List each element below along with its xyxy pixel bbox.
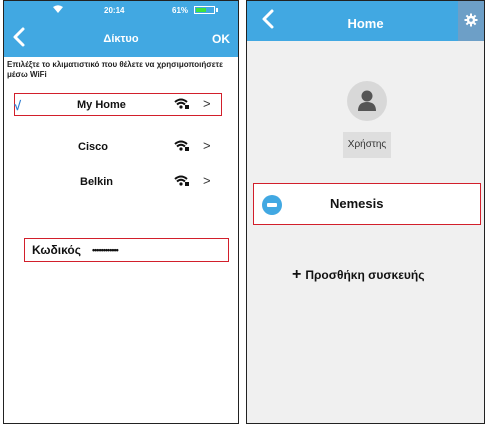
settings-gear-icon (464, 13, 478, 27)
password-label: Κωδικός (32, 243, 82, 257)
status-bar: 20:14 61% (4, 1, 238, 20)
add-device-button[interactable]: + Προσθήκη συσκευής (292, 266, 425, 284)
network-screen: 20:14 61% Δίκτυο OK Επιλέξτε το κλιματισ… (3, 0, 239, 424)
device-row-nemesis[interactable]: Nemesis (253, 183, 481, 225)
device-name: Nemesis (330, 196, 384, 211)
page-title: Home (347, 16, 384, 31)
network-row-my-home[interactable]: √ My Home > (4, 95, 236, 115)
ok-button[interactable]: OK (212, 32, 230, 46)
nav-bar: Δίκτυο OK (4, 20, 238, 57)
add-device-label: Προσθήκη συσκευής (305, 268, 425, 282)
chevron-right-icon: > (203, 138, 211, 153)
wifi-lock-icon (174, 140, 190, 155)
nav-bar: Home (247, 1, 484, 41)
user-icon (358, 90, 376, 111)
network-name: Belkin (80, 176, 114, 188)
network-name: My Home (77, 99, 126, 111)
password-field[interactable]: Κωδικός •••••••••••• (24, 238, 229, 262)
plus-icon: + (292, 266, 302, 283)
network-row-cisco[interactable]: Cisco > (4, 137, 236, 157)
status-time: 20:14 (104, 6, 125, 15)
user-label[interactable]: Χρήστης (343, 132, 391, 158)
settings-button[interactable] (458, 1, 484, 41)
network-row-belkin[interactable]: Belkin > (4, 172, 236, 192)
avatar[interactable] (347, 81, 387, 121)
wifi-icon (53, 5, 63, 15)
battery-icon (194, 6, 218, 14)
air-conditioner-icon (262, 195, 282, 215)
network-name: Cisco (78, 141, 108, 153)
wifi-lock-icon (174, 98, 190, 113)
checkmark-icon: √ (14, 98, 22, 113)
chevron-right-icon: > (203, 173, 211, 188)
page-title: Δίκτυο (103, 33, 139, 45)
home-screen: Home Χρήστης Nemesis + Προσθήκη συσκευής (246, 0, 485, 424)
battery-percent: 61% (172, 6, 189, 15)
chevron-right-icon: > (203, 96, 211, 111)
instruction-text: Επιλέξτε το κλιματιστικό που θέλετε να χ… (7, 60, 223, 79)
password-value: •••••••••••• (92, 245, 119, 255)
wifi-lock-icon (174, 175, 190, 190)
